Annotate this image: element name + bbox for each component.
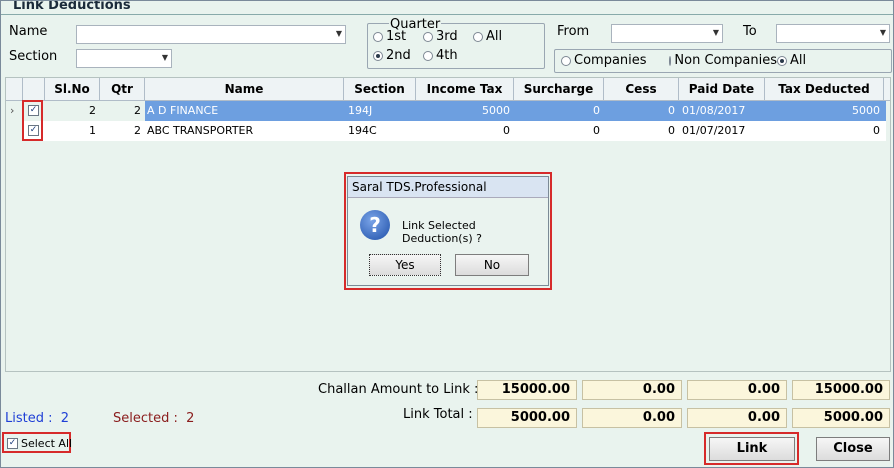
challan-income-tax: 15000.00 <box>477 380 577 400</box>
radio-indicator <box>423 50 433 61</box>
chevron-down-icon: ▼ <box>879 28 886 37</box>
challan-amount-label: Challan Amount to Link : <box>318 382 479 397</box>
quarter-4th-radio[interactable]: 4th <box>423 48 458 63</box>
yes-button[interactable]: Yes <box>369 254 441 276</box>
radio-indicator <box>561 55 571 66</box>
from-label: From <box>557 24 590 39</box>
companies-radio[interactable]: Companies <box>561 53 647 68</box>
radio-indicator <box>423 31 433 42</box>
cell-cess: 0 <box>668 124 675 137</box>
cell-income-tax: 0 <box>503 124 510 137</box>
check-column-header <box>23 78 45 100</box>
col-qtr[interactable]: Qtr <box>100 78 145 100</box>
cell-qtr: 2 <box>134 124 141 137</box>
radio-indicator <box>373 50 383 61</box>
to-label: To <box>743 24 757 39</box>
cell-surcharge: 0 <box>593 124 600 137</box>
cell-slno: 1 <box>89 124 96 137</box>
name-combo[interactable]: ▼ <box>76 25 346 44</box>
non-companies-radio[interactable]: Non Companies <box>669 53 777 68</box>
challan-total: 15000.00 <box>792 380 890 400</box>
chevron-down-icon: ▼ <box>712 28 719 37</box>
from-combo[interactable]: ▼ <box>611 24 723 43</box>
quarter-all-radio[interactable]: All <box>473 29 502 44</box>
chevron-down-icon: ▼ <box>335 29 342 38</box>
to-combo[interactable]: ▼ <box>776 24 890 43</box>
dialog-title: Saral TDS.Professional <box>352 180 487 194</box>
cell-tax-deducted: 0 <box>873 124 880 137</box>
cell-section: 194J <box>348 104 373 117</box>
col-paid-date[interactable]: Paid Date <box>679 78 765 100</box>
cell-name: ABC TRANSPORTER <box>147 124 254 137</box>
radio-indicator <box>669 55 672 66</box>
challan-cess: 0.00 <box>687 380 787 400</box>
cell-surcharge: 0 <box>593 104 600 117</box>
cell-name: A D FINANCE <box>147 104 219 117</box>
section-combo[interactable]: ▼ <box>76 49 172 68</box>
cell-qtr: 2 <box>134 104 141 117</box>
quarter-3rd-radio[interactable]: 3rd <box>423 29 458 44</box>
check-icon: ✓ <box>7 438 18 449</box>
link-total-label: Link Total : <box>403 407 473 422</box>
section-label: Section <box>9 49 58 64</box>
name-label: Name <box>9 24 48 39</box>
question-icon: ? <box>360 210 390 240</box>
col-cess[interactable]: Cess <box>604 78 679 100</box>
link-total: 5000.00 <box>792 408 890 428</box>
dialog-title-bar: Saral TDS.Professional <box>348 177 548 198</box>
radio-indicator <box>373 31 383 42</box>
radio-indicator <box>473 31 483 42</box>
select-all-checkbox[interactable]: ✓ Select All <box>7 437 72 450</box>
cell-paid-date: 01/07/2017 <box>682 124 746 137</box>
title-bar: Link Deductions <box>1 1 893 15</box>
radio-indicator <box>777 55 787 66</box>
chevron-down-icon: ▼ <box>161 53 168 62</box>
dialog-message: Link Selected Deduction(s) ? <box>402 219 482 245</box>
type-all-radio[interactable]: All <box>777 53 806 68</box>
link-deductions-window: Link Deductions Name ▼ Section ▼ Quarter… <box>0 0 894 468</box>
row-pointer-cell <box>6 121 23 141</box>
row-pointer-icon: › <box>10 104 15 117</box>
cell-income-tax: 5000 <box>482 104 510 117</box>
table-row[interactable]: ✓ 1 2 ABC TRANSPORTER 194C 0 0 0 01/07/2… <box>6 121 886 141</box>
no-button[interactable]: No <box>455 254 529 276</box>
col-name[interactable]: Name <box>145 78 344 100</box>
checkbox-highlight <box>22 100 43 141</box>
col-section[interactable]: Section <box>344 78 416 100</box>
cell-tax-deducted: 5000 <box>852 104 880 117</box>
link-surcharge: 0.00 <box>582 408 682 428</box>
quarter-1st-radio[interactable]: 1st <box>373 29 406 44</box>
table-row[interactable]: › ✓ 2 2 A D FINANCE 194J 5000 0 0 01/08/… <box>6 101 886 121</box>
col-income-tax[interactable]: Income Tax <box>416 78 514 100</box>
confirm-dialog: Saral TDS.Professional ? Link Selected D… <box>347 176 549 286</box>
cell-slno: 2 <box>89 104 96 117</box>
col-tax-deducted[interactable]: Tax Deducted <box>765 78 884 100</box>
quarter-2nd-radio[interactable]: 2nd <box>373 48 411 63</box>
selected-count: Selected : 2 <box>113 411 195 426</box>
cell-cess: 0 <box>668 104 675 117</box>
cell-paid-date: 01/08/2017 <box>682 104 746 117</box>
cell-section: 194C <box>348 124 377 137</box>
window-title: Link Deductions <box>13 0 131 13</box>
col-slno[interactable]: Sl.No <box>45 78 100 100</box>
link-cess: 0.00 <box>687 408 787 428</box>
link-income-tax: 5000.00 <box>477 408 577 428</box>
challan-surcharge: 0.00 <box>582 380 682 400</box>
listed-count: Listed : 2 <box>5 411 70 426</box>
close-button[interactable]: Close <box>816 437 890 461</box>
grid-header: Sl.No Qtr Name Section Income Tax Surcha… <box>6 78 890 101</box>
link-button[interactable]: Link <box>709 437 795 461</box>
title-divider <box>1 14 893 15</box>
row-indicator-header <box>6 78 23 100</box>
col-surcharge[interactable]: Surcharge <box>514 78 604 100</box>
